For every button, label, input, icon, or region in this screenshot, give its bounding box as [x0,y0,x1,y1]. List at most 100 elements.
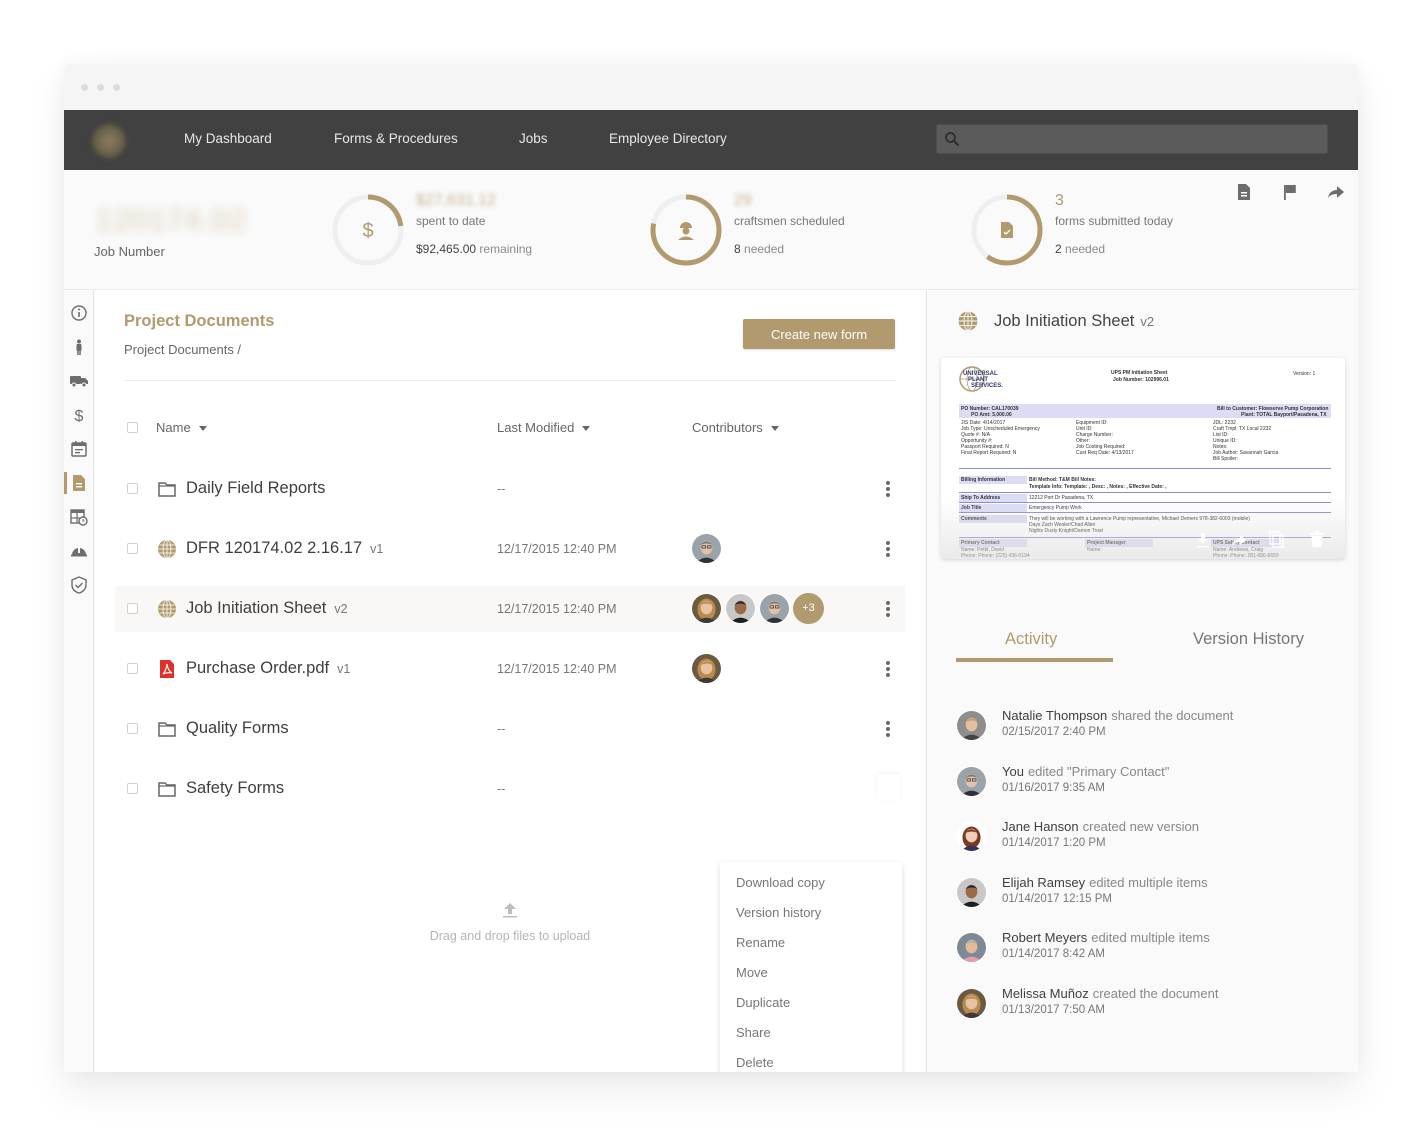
preview-version: Version: 1 [1293,371,1316,377]
schedule-table-icon[interactable] [70,508,88,526]
row-checkbox[interactable] [127,723,138,734]
menu-rename[interactable]: Rename [720,934,902,964]
search-input[interactable] [967,125,1317,153]
window-minimize-control[interactable] [97,84,104,91]
menu-share[interactable]: Share [720,1024,902,1054]
row-checkbox[interactable] [127,483,138,494]
document-name[interactable]: Daily Field Reports [186,479,325,498]
menu-version-history[interactable]: Version history [720,904,902,934]
activity-user[interactable]: You [1002,764,1024,779]
document-row[interactable]: Safety Forms -- [115,766,905,812]
document-name[interactable]: Purchase Order.pdf v1 [186,659,350,678]
nav-jobs[interactable]: Jobs [519,131,548,146]
more-contributors-badge[interactable]: +3 [793,593,824,624]
column-header-name[interactable]: Name [156,420,207,435]
contributor-avatar[interactable] [759,593,790,624]
person-icon[interactable] [70,338,88,356]
activity-user[interactable]: Robert Meyers [1002,930,1087,945]
document-version: v1 [370,542,384,556]
craftsmen-needed-value: 8 [734,242,741,256]
document-name[interactable]: Safety Forms [186,779,284,798]
activity-avatar[interactable] [956,765,987,797]
truck-icon[interactable] [70,372,88,390]
contributor-avatar[interactable] [691,653,722,684]
activity-user[interactable]: Melissa Muñoz [1002,986,1089,1001]
row-context-menu: Download copy Version history Rename Mov… [720,862,902,1072]
more-options-icon[interactable] [881,598,895,620]
activity-user[interactable]: Jane Hanson [1002,819,1079,834]
document-version: v2 [334,602,348,616]
document-icon[interactable] [1234,182,1254,202]
nav-my-dashboard[interactable]: My Dashboard [184,131,272,146]
activity-avatar[interactable] [956,932,987,963]
activity-text: Melissa Muñoz created the document [1002,986,1218,1001]
contributor-avatar[interactable] [725,593,756,624]
contributor-avatar[interactable] [691,533,722,564]
active-tab-indicator [956,658,1113,662]
info-icon[interactable] [70,304,88,322]
copy-icon[interactable] [1269,530,1285,548]
document-row[interactable]: Job Initiation Sheet v2 12/17/2015 12:40 … [115,586,905,632]
activity-time: 01/14/2017 8:42 AM [1002,948,1105,960]
nav-employee-directory[interactable]: Employee Directory [609,131,727,146]
document-row[interactable]: DFR 120174.02 2.16.17 v1 12/17/2015 12:40… [115,526,905,572]
globe-form-icon [958,311,978,331]
more-options-icon[interactable] [881,478,895,500]
menu-move[interactable]: Move [720,964,902,994]
document-row[interactable]: Purchase Order.pdf v1 12/17/2015 12:40 PM [115,646,905,692]
upload-dropzone[interactable]: Drag and drop files to upload [415,902,605,943]
row-checkbox[interactable] [127,783,138,794]
row-checkbox[interactable] [127,543,138,554]
hardhat-icon[interactable] [70,542,88,560]
activity-avatar[interactable] [956,710,987,741]
document-name[interactable]: Quality Forms [186,719,289,738]
window-close-control[interactable] [81,84,88,91]
top-navbar: My Dashboard Forms & Procedures Jobs Emp… [64,110,1358,170]
select-all-checkbox[interactable] [127,422,138,433]
shield-check-icon[interactable] [70,576,88,594]
document-row[interactable]: Quality Forms -- [115,706,905,752]
share-icon[interactable] [1326,182,1346,202]
activity-user[interactable]: Natalie Thompson [1002,708,1107,723]
menu-duplicate[interactable]: Duplicate [720,994,902,1024]
document-row[interactable]: Daily Field Reports -- [115,466,905,512]
company-logo[interactable] [92,124,126,158]
more-options-icon[interactable] [881,658,895,680]
activity-avatar[interactable] [956,987,987,1019]
share-icon[interactable] [1231,532,1247,548]
create-new-form-button[interactable]: Create new form [743,319,895,349]
forms-progress-ring [971,194,1043,266]
window-maximize-control[interactable] [113,84,120,91]
row-checkbox[interactable] [127,603,138,614]
dollar-icon[interactable]: $ [70,406,88,424]
column-header-last-modified[interactable]: Last Modified [497,420,591,435]
document-preview[interactable]: UNIVERSAL PLANT SERVICES. UPS PM Initiat… [941,358,1345,559]
download-icon[interactable] [1195,532,1211,548]
row-checkbox[interactable] [127,663,138,674]
column-header-contributors[interactable]: Contributors [692,420,779,435]
activity-action: edited "Primary Contact" [1027,763,1170,779]
contributor-avatar[interactable] [691,593,722,624]
pdf-icon [160,660,174,678]
more-options-icon[interactable] [881,538,895,560]
activity-avatar[interactable] [956,876,987,908]
flag-icon[interactable] [1280,182,1300,202]
activity-user[interactable]: Elijah Ramsey [1002,875,1085,890]
breadcrumb[interactable]: Project Documents / [124,342,241,357]
document-icon[interactable] [70,474,88,492]
preview-billing-line: Template Info: Template: , Desc: , Notes… [1029,484,1167,490]
more-options-icon[interactable] [881,718,895,740]
menu-delete[interactable]: Delete [720,1054,902,1072]
menu-download-copy[interactable]: Download copy [720,874,902,904]
last-modified: -- [497,722,506,736]
document-name[interactable]: DFR 120174.02 2.16.17 v1 [186,539,383,558]
preview-field: Final Report Required: N [961,450,1017,456]
tab-activity[interactable]: Activity [1005,630,1057,649]
document-name[interactable]: Job Initiation Sheet v2 [186,599,348,618]
activity-avatar[interactable] [956,821,987,852]
tab-version-history[interactable]: Version History [1193,630,1304,649]
trash-icon[interactable] [1309,530,1325,547]
search-bar[interactable] [936,124,1328,154]
calendar-icon[interactable] [70,440,88,458]
nav-forms-procedures[interactable]: Forms & Procedures [334,131,458,146]
